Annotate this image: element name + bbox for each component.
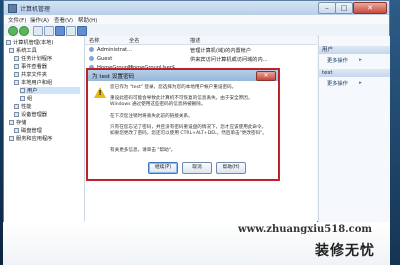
column-description[interactable]: 描述 bbox=[190, 37, 200, 44]
more-actions-link[interactable]: 更多操作 bbox=[327, 80, 361, 87]
tree-item-storage[interactable]: 存储 bbox=[9, 119, 26, 126]
menu-help[interactable]: 帮助(H) bbox=[78, 16, 97, 24]
table-row[interactable]: Guest 供来宾访问计算机或访问域的内... bbox=[85, 55, 317, 63]
refresh-icon[interactable] bbox=[55, 26, 65, 36]
menu-action[interactable]: 操作(A) bbox=[30, 16, 49, 24]
help-button[interactable]: 帮助(H) bbox=[216, 162, 246, 174]
user-icon bbox=[89, 56, 94, 61]
actions-header-test[interactable]: test bbox=[319, 69, 390, 77]
actions-header-users[interactable]: 用户 bbox=[319, 46, 390, 54]
tools-icon bbox=[9, 48, 14, 53]
users-icon bbox=[14, 80, 19, 85]
computer-management-window: 计算机管理 – □ ✕ 文件(F) 操作(A) 查看(V) 帮助(H) 计算机管… bbox=[3, 0, 390, 222]
desktop-edge-right bbox=[390, 0, 400, 265]
dialog-close-button[interactable]: ✕ bbox=[256, 71, 276, 81]
forward-icon[interactable] bbox=[19, 26, 29, 36]
column-fullname[interactable]: 全名 bbox=[129, 37, 139, 44]
close-button[interactable]: ✕ bbox=[353, 2, 387, 14]
maximize-button[interactable]: □ bbox=[335, 2, 353, 14]
continue-button[interactable]: 继续(P) bbox=[148, 162, 178, 174]
tree-item-system-tools[interactable]: 系统工具 bbox=[9, 47, 37, 54]
menu-file[interactable]: 文件(F) bbox=[8, 16, 26, 24]
cancel-button[interactable]: 取消 bbox=[182, 162, 212, 174]
dialog-title: 为 test 设置密码 bbox=[92, 74, 135, 80]
help-icon[interactable] bbox=[77, 26, 87, 36]
navigation-tree: 计算机管理(本地) 系统工具 任务计划程序 事件查看器 共享文件夹 本地用户和组… bbox=[4, 36, 85, 222]
watermark-url: www.zhuangxiu518.com bbox=[238, 224, 372, 235]
clock-icon bbox=[14, 56, 19, 61]
column-name[interactable]: 名称 bbox=[89, 37, 99, 44]
event-icon bbox=[14, 64, 19, 69]
performance-icon bbox=[14, 104, 19, 109]
watermark-area: www.zhuangxiu518.com 装修无忧 bbox=[3, 222, 390, 265]
tree-item-root[interactable]: 计算机管理(本地) bbox=[6, 39, 53, 46]
warning-icon bbox=[94, 87, 106, 98]
dialog-warning-text: 重设此密码可能会导致此计算机不可恢复的信息丢失。由于安全原因，Windows 通… bbox=[110, 96, 253, 107]
up-folder-icon[interactable] bbox=[33, 26, 43, 36]
tree-item-event-viewer[interactable]: 事件查看器 bbox=[14, 63, 47, 70]
computer-icon bbox=[6, 40, 11, 45]
dialog-title-bar[interactable]: 为 test 设置密码 ✕ bbox=[88, 70, 278, 81]
dialog-logoff-text: 在下次您注销时将丢失此前的链接关系。 bbox=[110, 114, 193, 119]
services-icon bbox=[9, 136, 14, 141]
list-header: 名称 全名 描述 bbox=[85, 36, 317, 45]
dialog-body: 您已作为 "test" 登录，您选择为您的本地用户帐户重设密码。 重设此密码可能… bbox=[88, 81, 278, 179]
set-password-dialog: 为 test 设置密码 ✕ 您已作为 "test" 登录，您选择为您的本地用户帐… bbox=[88, 70, 278, 179]
folder-icon bbox=[14, 72, 19, 77]
tree-item-performance[interactable]: 性能 bbox=[14, 103, 31, 110]
export-list-icon[interactable] bbox=[66, 26, 76, 36]
title-bar[interactable]: 计算机管理 – □ ✕ bbox=[4, 1, 389, 15]
dialog-advice-text: 只有在您忘记了密码，并且没有密码重设盘的情况下，您才应该使用此命令。如果您更改了… bbox=[110, 125, 267, 136]
tree-item-device-manager[interactable]: 设备管理器 bbox=[14, 111, 47, 118]
tree-item-shared-folders[interactable]: 共享文件夹 bbox=[14, 71, 47, 78]
folder-icon bbox=[20, 96, 25, 101]
folder-icon bbox=[20, 88, 25, 93]
disk-icon bbox=[14, 128, 19, 133]
dialog-intro-text: 您已作为 "test" 登录，您选择为您的本地用户帐户重设密码。 bbox=[110, 85, 237, 90]
tree-item-groups[interactable]: 组 bbox=[20, 95, 32, 102]
more-actions-link[interactable]: 更多操作 bbox=[327, 57, 361, 64]
user-icon bbox=[89, 47, 94, 52]
tree-item-users[interactable]: 用户 bbox=[20, 87, 80, 94]
tree-item-services-apps[interactable]: 服务和应用程序 bbox=[9, 135, 52, 142]
storage-icon bbox=[9, 120, 14, 125]
table-row[interactable]: Administrat... 管理计算机(域)的内置帐户 bbox=[85, 46, 317, 54]
menu-view[interactable]: 查看(V) bbox=[54, 16, 73, 24]
tree-item-task-scheduler[interactable]: 任务计划程序 bbox=[14, 55, 52, 62]
computer-management-icon bbox=[8, 4, 17, 13]
actions-pane: 用户 更多操作 test 更多操作 bbox=[318, 36, 390, 222]
minimize-button[interactable]: – bbox=[318, 2, 336, 14]
back-icon[interactable] bbox=[8, 26, 18, 36]
watermark-brand: 装修无忧 bbox=[315, 243, 375, 259]
tree-item-local-users-groups[interactable]: 本地用户和组 bbox=[14, 79, 52, 86]
dialog-help-text: 有关更多信息，请单击 "帮助"。 bbox=[110, 148, 176, 153]
show-hide-tree-icon[interactable] bbox=[44, 26, 54, 36]
device-icon bbox=[14, 112, 19, 117]
window-title: 计算机管理 bbox=[20, 6, 51, 13]
tree-item-disk-management[interactable]: 磁盘管理 bbox=[14, 127, 42, 134]
